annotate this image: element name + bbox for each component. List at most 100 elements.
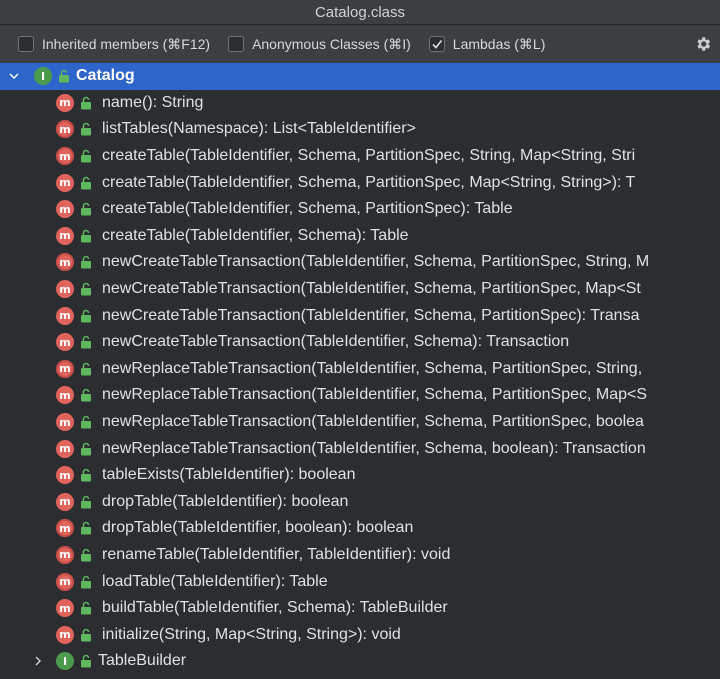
tree-node-method[interactable]: m createTable(TableIdentifier, Schema): T…: [0, 223, 720, 250]
abstract-method-icon: m: [56, 572, 74, 591]
abstract-method-icon: m: [56, 147, 74, 166]
method-label: dropTable(TableIdentifier): boolean: [102, 492, 349, 510]
tree-node-method[interactable]: m newCreateTableTransaction(TableIdentifi…: [0, 249, 720, 276]
method-icon: m: [56, 413, 74, 432]
abstract-method-icon: m: [56, 253, 74, 272]
method-label: newCreateTableTransaction(TableIdentifie…: [102, 333, 570, 351]
tree-node-method[interactable]: m newReplaceTableTransaction(TableIdentif…: [0, 382, 720, 409]
method-label: listTables(Namespace): List<TableIdentif…: [102, 120, 416, 138]
method-label: dropTable(TableIdentifier, boolean): boo…: [102, 519, 414, 537]
method-icon: m: [56, 280, 74, 299]
lock-icon: [81, 522, 91, 535]
lock-icon: [59, 70, 69, 83]
inherited-members-checkbox[interactable]: [18, 36, 34, 52]
tree-node-method[interactable]: m newReplaceTableTransaction(TableIdentif…: [0, 409, 720, 436]
abstract-method-icon: m: [56, 519, 74, 538]
window-title: Catalog.class: [314, 3, 406, 21]
method-label: createTable(TableIdentifier, Schema, Par…: [102, 147, 636, 165]
method-icon: m: [56, 439, 74, 458]
tree-node-tablebuilder[interactable]: I TableBuilder: [0, 648, 720, 675]
tree-node-method[interactable]: m newReplaceTableTransaction(TableIdentif…: [0, 435, 720, 462]
lock-icon: [81, 601, 91, 615]
tree-node-label: TableBuilder: [98, 652, 187, 670]
gear-icon[interactable]: [694, 35, 712, 53]
anonymous-classes-checkbox[interactable]: [228, 36, 245, 52]
interface-icon: I: [56, 652, 74, 671]
tree-node-label: Catalog: [76, 67, 135, 85]
method-label: newCreateTableTransaction(TableIdentifie…: [102, 280, 641, 298]
tree-node-method[interactable]: m newCreateTableTransaction(TableIdentifi…: [0, 329, 720, 356]
lock-icon: [81, 575, 91, 589]
abstract-method-icon: m: [56, 545, 74, 564]
tree-node-method[interactable]: m name(): String: [0, 90, 720, 117]
method-label: buildTable(TableIdentifier, Schema): Tab…: [102, 599, 448, 617]
abstract-method-icon: m: [56, 120, 74, 139]
lock-icon: [81, 548, 91, 562]
lock-icon: [81, 655, 91, 668]
tree-node-method[interactable]: m newCreateTableTransaction(TableIdentifi…: [0, 276, 720, 303]
method-icon: m: [56, 492, 74, 511]
anonymous-classes-option[interactable]: Anonymous Classes (⌘I): [228, 36, 411, 53]
chevron-down-icon[interactable]: [8, 70, 20, 82]
chevron-right-icon[interactable]: [32, 655, 44, 667]
method-icon: m: [56, 226, 74, 245]
structure-options-bar: Inherited members (⌘F12) Anonymous Class…: [0, 25, 720, 64]
lock-icon: [81, 229, 91, 243]
method-label: createTable(TableIdentifier, Schema, Par…: [102, 200, 513, 218]
anonymous-classes-label: Anonymous Classes (⌘I): [252, 35, 411, 52]
tree-node-method[interactable]: m createTable(TableIdentifier, Schema, Pa…: [0, 196, 720, 223]
method-label: createTable(TableIdentifier, Schema): Ta…: [102, 226, 409, 244]
tree-node-catalog[interactable]: I Catalog: [0, 63, 720, 90]
window-title-bar: Catalog.class: [0, 0, 720, 25]
tree-node-method[interactable]: m newCreateTableTransaction(TableIdentifi…: [0, 302, 720, 329]
tree-node-method[interactable]: m createTable(TableIdentifier, Schema, Pa…: [0, 169, 720, 196]
interface-icon: I: [34, 67, 52, 86]
method-label: tableExists(TableIdentifier): boolean: [102, 466, 356, 484]
method-label: newCreateTableTransaction(TableIdentifie…: [102, 306, 640, 324]
method-icon: m: [56, 93, 74, 112]
tree-node-method[interactable]: m tableExists(TableIdentifier): boolean: [0, 462, 720, 489]
lock-icon: [81, 468, 91, 482]
lock-icon: [81, 256, 91, 269]
tree-node-method[interactable]: m createTable(TableIdentifier, Schema, Pa…: [0, 143, 720, 170]
method-icon: m: [56, 625, 74, 644]
method-label: newCreateTableTransaction(TableIdentifie…: [102, 253, 650, 271]
lock-icon: [81, 389, 91, 402]
tree-node-method[interactable]: m dropTable(TableIdentifier): boolean: [0, 489, 720, 516]
lambdas-label: Lambdas (⌘L): [452, 35, 546, 52]
lock-icon: [81, 628, 91, 642]
lock-icon: [81, 442, 91, 456]
lock-icon: [81, 336, 91, 349]
method-label: newReplaceTableTransaction(TableIdentifi…: [102, 359, 643, 377]
method-icon: m: [56, 333, 74, 352]
method-label: name(): String: [102, 93, 204, 111]
lock-icon: [81, 176, 91, 190]
method-icon: m: [56, 599, 74, 618]
tree-node-method[interactable]: m dropTable(TableIdentifier, boolean): bo…: [0, 515, 720, 542]
method-icon: m: [56, 306, 74, 325]
method-label: initialize(String, Map<String, String>):…: [102, 625, 401, 643]
lock-icon: [81, 96, 91, 110]
tree-node-method[interactable]: m renameTable(TableIdentifier, TableIdent…: [0, 542, 720, 569]
inherited-members-option[interactable]: Inherited members (⌘F12): [18, 36, 210, 53]
lock-icon: [81, 495, 91, 509]
lambdas-checkbox[interactable]: [428, 36, 445, 52]
lock-icon: [81, 362, 91, 376]
tree-node-method[interactable]: m loadTable(TableIdentifier): Table: [0, 568, 720, 595]
lock-icon: [81, 149, 91, 163]
lock-icon: [81, 415, 91, 429]
tree-node-method[interactable]: m listTables(Namespace): List<TableIdenti…: [0, 116, 720, 143]
method-label: newReplaceTableTransaction(TableIdentifi…: [102, 413, 644, 431]
method-icon: m: [56, 173, 74, 192]
method-label: renameTable(TableIdentifier, TableIdenti…: [102, 545, 451, 563]
inherited-members-label: Inherited members (⌘F12): [42, 35, 211, 52]
method-icon: m: [56, 466, 74, 485]
tree-node-method[interactable]: m initialize(String, Map<String, String>)…: [0, 621, 720, 648]
method-label: createTable(TableIdentifier, Schema, Par…: [102, 173, 636, 191]
structure-tree: I Catalog m name(): String m listTables(Nam…: [0, 63, 720, 675]
checkmark-icon: [432, 40, 442, 49]
lock-icon: [81, 309, 91, 323]
lambdas-option[interactable]: Lambdas (⌘L): [428, 35, 546, 53]
tree-node-method[interactable]: m buildTable(TableIdentifier, Schema): Ta…: [0, 595, 720, 622]
tree-node-method[interactable]: m newReplaceTableTransaction(TableIdentif…: [0, 356, 720, 383]
